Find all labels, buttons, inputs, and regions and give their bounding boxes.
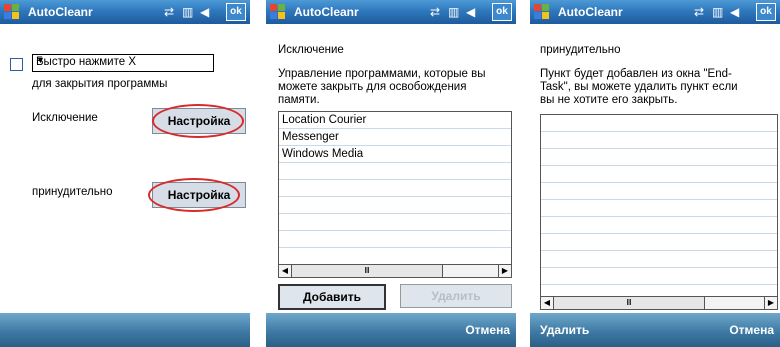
exclusion-list[interactable]: Location Courier Messenger Windows Media — [278, 111, 512, 266]
exclusion-label: Исключение — [32, 112, 98, 124]
windows-logo-icon[interactable] — [534, 4, 550, 20]
add-button[interactable]: Добавить — [278, 284, 386, 310]
app-title: AutoCleanr — [294, 5, 359, 19]
remove-button[interactable]: Удалить — [400, 284, 512, 308]
description-line: памяти. — [278, 94, 320, 106]
softkey-bar — [0, 313, 250, 347]
screen-settings: AutoCleanr ⇄ ▥ ◀ ok Быстро нажмите X ▼ д… — [0, 0, 250, 347]
description-line: вы не хотите его закрыть. — [540, 94, 678, 106]
list-row-empty — [279, 180, 511, 197]
highlight-ring — [148, 178, 240, 212]
page-title: принудительно — [540, 44, 621, 56]
speaker-icon[interactable]: ◀ — [466, 4, 475, 20]
windows-logo-icon[interactable] — [4, 4, 20, 20]
horizontal-scrollbar[interactable]: ◀ Ⅲ ▶ — [278, 264, 512, 278]
list-row-empty — [541, 132, 777, 149]
description-line: Пункт будет добавлен из окна "End- — [540, 68, 732, 80]
list-row-empty — [541, 166, 777, 183]
scroll-thumb[interactable]: Ⅲ — [553, 297, 705, 309]
list-item[interactable]: Windows Media — [279, 146, 511, 163]
list-row-empty — [541, 149, 777, 166]
scroll-thumb[interactable]: Ⅲ — [291, 265, 443, 277]
forced-list[interactable] — [540, 114, 778, 298]
list-row-empty — [541, 268, 777, 285]
scroll-right-icon[interactable]: ▶ — [498, 265, 511, 277]
app-title: AutoCleanr — [558, 5, 623, 19]
ok-button[interactable]: ok — [492, 3, 512, 21]
scroll-right-icon[interactable]: ▶ — [764, 297, 777, 309]
signal-icon[interactable]: ▥ — [182, 4, 193, 20]
forced-label: принудительно — [32, 186, 113, 198]
connectivity-icon[interactable]: ⇄ — [694, 4, 704, 20]
list-row-empty — [541, 200, 777, 217]
horizontal-scrollbar[interactable]: ◀ Ⅲ ▶ — [540, 296, 778, 310]
signal-icon[interactable]: ▥ — [712, 4, 723, 20]
list-row-empty — [279, 214, 511, 231]
list-row-empty — [541, 183, 777, 200]
list-row-empty — [279, 248, 511, 265]
description-line: можете закрыть для освобождения — [278, 81, 467, 93]
connectivity-icon[interactable]: ⇄ — [164, 4, 174, 20]
list-item[interactable]: Location Courier — [279, 112, 511, 129]
list-row-empty — [279, 231, 511, 248]
list-item[interactable]: Messenger — [279, 129, 511, 146]
softkey-bar: Отмена — [266, 313, 516, 347]
quick-close-checkbox[interactable] — [10, 58, 23, 71]
chevron-down-icon: ▼ — [36, 55, 45, 65]
list-row-empty — [541, 217, 777, 234]
connectivity-icon[interactable]: ⇄ — [430, 4, 440, 20]
cancel-softkey[interactable]: Отмена — [465, 323, 510, 337]
list-row-empty — [541, 234, 777, 251]
signal-icon[interactable]: ▥ — [448, 4, 459, 20]
app-title: AutoCleanr — [28, 5, 93, 19]
highlight-ring — [152, 104, 244, 138]
ok-button[interactable]: ok — [226, 3, 246, 21]
windows-logo-icon[interactable] — [270, 4, 286, 20]
list-row-empty — [279, 163, 511, 180]
screen-exclusion: AutoCleanr ⇄ ▥ ◀ ok Исключение Управлени… — [266, 0, 516, 347]
close-caption: для закрытия программы — [32, 78, 168, 90]
speaker-icon[interactable]: ◀ — [200, 4, 209, 20]
page-title: Исключение — [278, 44, 344, 56]
softkey-bar: Удалить Отмена — [530, 313, 780, 347]
cancel-softkey[interactable]: Отмена — [729, 323, 774, 337]
description-line: Управление программами, которые вы — [278, 68, 486, 80]
close-method-dropdown[interactable]: Быстро нажмите X ▼ — [32, 54, 214, 72]
title-bar: AutoCleanr ⇄ ▥ ◀ ok — [266, 0, 516, 24]
list-row-empty — [279, 197, 511, 214]
remove-softkey[interactable]: Удалить — [540, 323, 589, 337]
description-line: Task", вы можете удалить пункт если — [540, 81, 738, 93]
speaker-icon[interactable]: ◀ — [730, 4, 739, 20]
screen-forced: AutoCleanr ⇄ ▥ ◀ ok принудительно Пункт … — [530, 0, 780, 347]
list-row-empty — [541, 251, 777, 268]
ok-button[interactable]: ok — [756, 3, 776, 21]
list-row-empty — [541, 115, 777, 132]
title-bar: AutoCleanr ⇄ ▥ ◀ ok — [0, 0, 250, 24]
title-bar: AutoCleanr ⇄ ▥ ◀ ok — [530, 0, 780, 24]
